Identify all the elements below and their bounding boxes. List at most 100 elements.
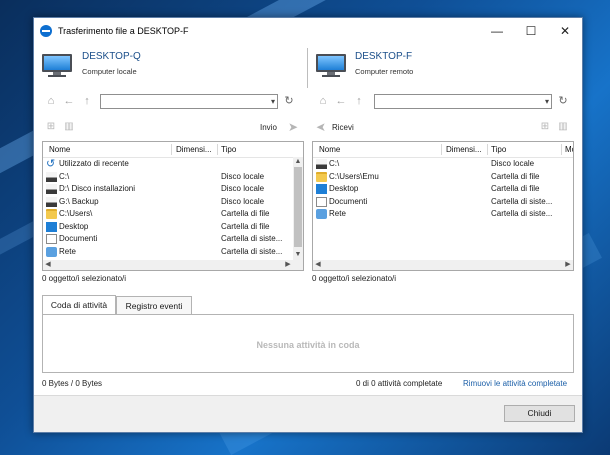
back-arrow-icon[interactable]: ← [62,94,76,108]
file-row[interactable]: D:\ Disco installazioni Disco locale [43,183,293,196]
file-type: Cartella di siste... [491,196,553,206]
file-name: Documenti [329,196,368,206]
refresh-icon[interactable]: ↻ [556,94,570,108]
file-name: D:\ Disco installazioni [59,184,136,193]
file-name: Desktop [59,221,89,231]
file-name: G:\ Backup [59,196,99,206]
remote-nav-bar: ⌂ ← ↑ ▾ ↻ [314,94,572,112]
scroll-left-icon[interactable]: ◀ [43,260,53,270]
back-arrow-icon[interactable]: ← [334,94,348,108]
file-type: Disco locale [221,171,265,181]
delete-icon[interactable]: ▥ [62,120,76,134]
remote-computer-name: DESKTOP-F [355,51,413,62]
remote-computer-icon [316,54,346,77]
file-transfer-window: Trasferimento file a DESKTOP-F — ☐ ✕ DES… [33,17,583,433]
file-row[interactable]: Rete Cartella di siste... [313,208,563,221]
documents-icon [46,234,57,244]
local-computer-subtitle: Computer locale [82,67,137,76]
file-type: Cartella di file [221,209,270,218]
file-row[interactable]: C:\ Disco locale [313,158,563,171]
tab-event-log[interactable]: Registro eventi [116,296,192,314]
vertical-scrollbar[interactable]: ▲ ▼ [293,157,303,260]
new-folder-icon[interactable]: ⊞ [44,120,58,134]
file-row[interactable]: C:\Users\ Cartella di file [43,208,293,221]
scroll-right-icon[interactable]: ▶ [563,260,573,270]
up-arrow-icon[interactable]: ↑ [352,94,366,108]
local-nav-bar: ⌂ ← ↑ ▾ ↻ [42,94,300,112]
chevron-down-icon: ▾ [270,97,275,106]
completed-status: 0 di 0 attività completate [356,379,443,388]
file-name: Rete [59,246,76,256]
desktop-icon [46,221,57,232]
scroll-left-icon[interactable]: ◀ [313,260,323,270]
scroll-up-icon[interactable]: ▲ [293,157,303,167]
dialog-footer: Chiudi [34,395,582,432]
file-row[interactable]: Documenti Cartella di siste... [313,196,563,209]
chevron-down-icon: ▾ [544,97,549,106]
close-button[interactable]: Chiudi [504,405,575,422]
file-name: C:\Users\ [59,209,93,218]
close-window-button[interactable]: ✕ [548,18,582,46]
file-row[interactable]: Desktop Cartella di file [313,183,563,196]
file-row[interactable]: Documenti Cartella di siste... [43,233,293,246]
tab-activity-queue[interactable]: Coda di attività [42,295,116,314]
receive-arrow-icon[interactable]: ➤ [314,120,328,134]
local-path-combobox[interactable]: ▾ [100,94,278,109]
file-row[interactable]: Desktop Cartella di file [43,221,293,234]
network-icon [46,246,57,257]
scroll-down-icon[interactable]: ▼ [293,250,303,260]
scrollbar-thumb[interactable] [294,167,302,247]
local-action-bar: ⊞ ▥ Invio ➤ [42,120,300,136]
column-size[interactable]: Dimensi... [176,145,212,154]
column-name[interactable]: Nome [319,145,340,154]
minimize-button[interactable]: — [480,18,514,46]
file-name: Desktop [329,184,359,193]
file-row[interactable]: G:\ Backup Disco locale [43,196,293,209]
drive-icon [46,171,57,182]
column-type[interactable]: Tipo [221,145,236,154]
file-name: C:\ [329,159,340,168]
receive-button-label[interactable]: Ricevi [332,123,354,132]
title-bar: Trasferimento file a DESKTOP-F — ☐ ✕ [34,18,582,46]
file-row[interactable]: Rete Cartella di siste... [43,246,293,259]
remove-completed-link[interactable]: Rimuovi le attività completate [463,379,567,388]
send-arrow-icon[interactable]: ➤ [286,120,300,134]
column-name[interactable]: Nome [49,145,70,154]
remote-path-combobox[interactable]: ▾ [374,94,552,109]
horizontal-scrollbar[interactable]: ◀ ▶ [43,260,303,270]
scroll-right-icon[interactable]: ▶ [283,260,293,270]
column-type[interactable]: Tipo [491,145,506,154]
delete-icon[interactable]: ▥ [556,120,570,134]
local-file-list[interactable]: Nome Dimensi... Tipo ↺ Utilizzato di rece… [42,141,304,271]
file-name: Documenti [59,234,98,243]
file-name: Utilizzato di recente [59,159,129,168]
refresh-icon[interactable]: ↻ [282,94,296,108]
local-computer-name: DESKTOP-Q [82,51,141,62]
file-row[interactable]: C:\ Disco locale [43,171,293,184]
column-modified[interactable]: Mo [565,145,573,154]
network-icon [316,209,327,219]
file-row[interactable]: C:\Users\Emu Cartella di file [313,171,563,184]
column-size[interactable]: Dimensi... [446,145,482,154]
file-type: Cartella di siste... [221,246,283,256]
file-type: Cartella di siste... [221,234,283,243]
file-name: C:\Users\Emu [329,171,379,181]
horizontal-scrollbar[interactable]: ◀ ▶ [313,260,573,270]
new-folder-icon[interactable]: ⊞ [538,120,552,134]
remote-action-bar: ➤ Ricevi ⊞ ▥ [314,120,572,136]
file-type: Cartella di siste... [491,209,553,218]
remote-file-list[interactable]: Nome Dimensi... Tipo Mo C:\Disco localeC… [312,141,574,271]
folder-icon [46,209,57,219]
home-icon[interactable]: ⌂ [316,94,330,108]
maximize-button[interactable]: ☐ [514,18,548,46]
file-type: Disco locale [221,196,265,206]
recent-icon: ↺ [46,158,56,170]
local-computer-icon [42,54,72,77]
send-button-label[interactable]: Invio [260,123,277,132]
file-type: Cartella di file [491,171,540,181]
home-icon[interactable]: ⌂ [44,94,58,108]
file-row[interactable]: ↺ Utilizzato di recente [43,158,293,171]
up-arrow-icon[interactable]: ↑ [80,94,94,108]
activity-queue-panel: Nessuna attività in coda [42,314,574,373]
local-column-header: Nome Dimensi... Tipo [43,142,303,158]
